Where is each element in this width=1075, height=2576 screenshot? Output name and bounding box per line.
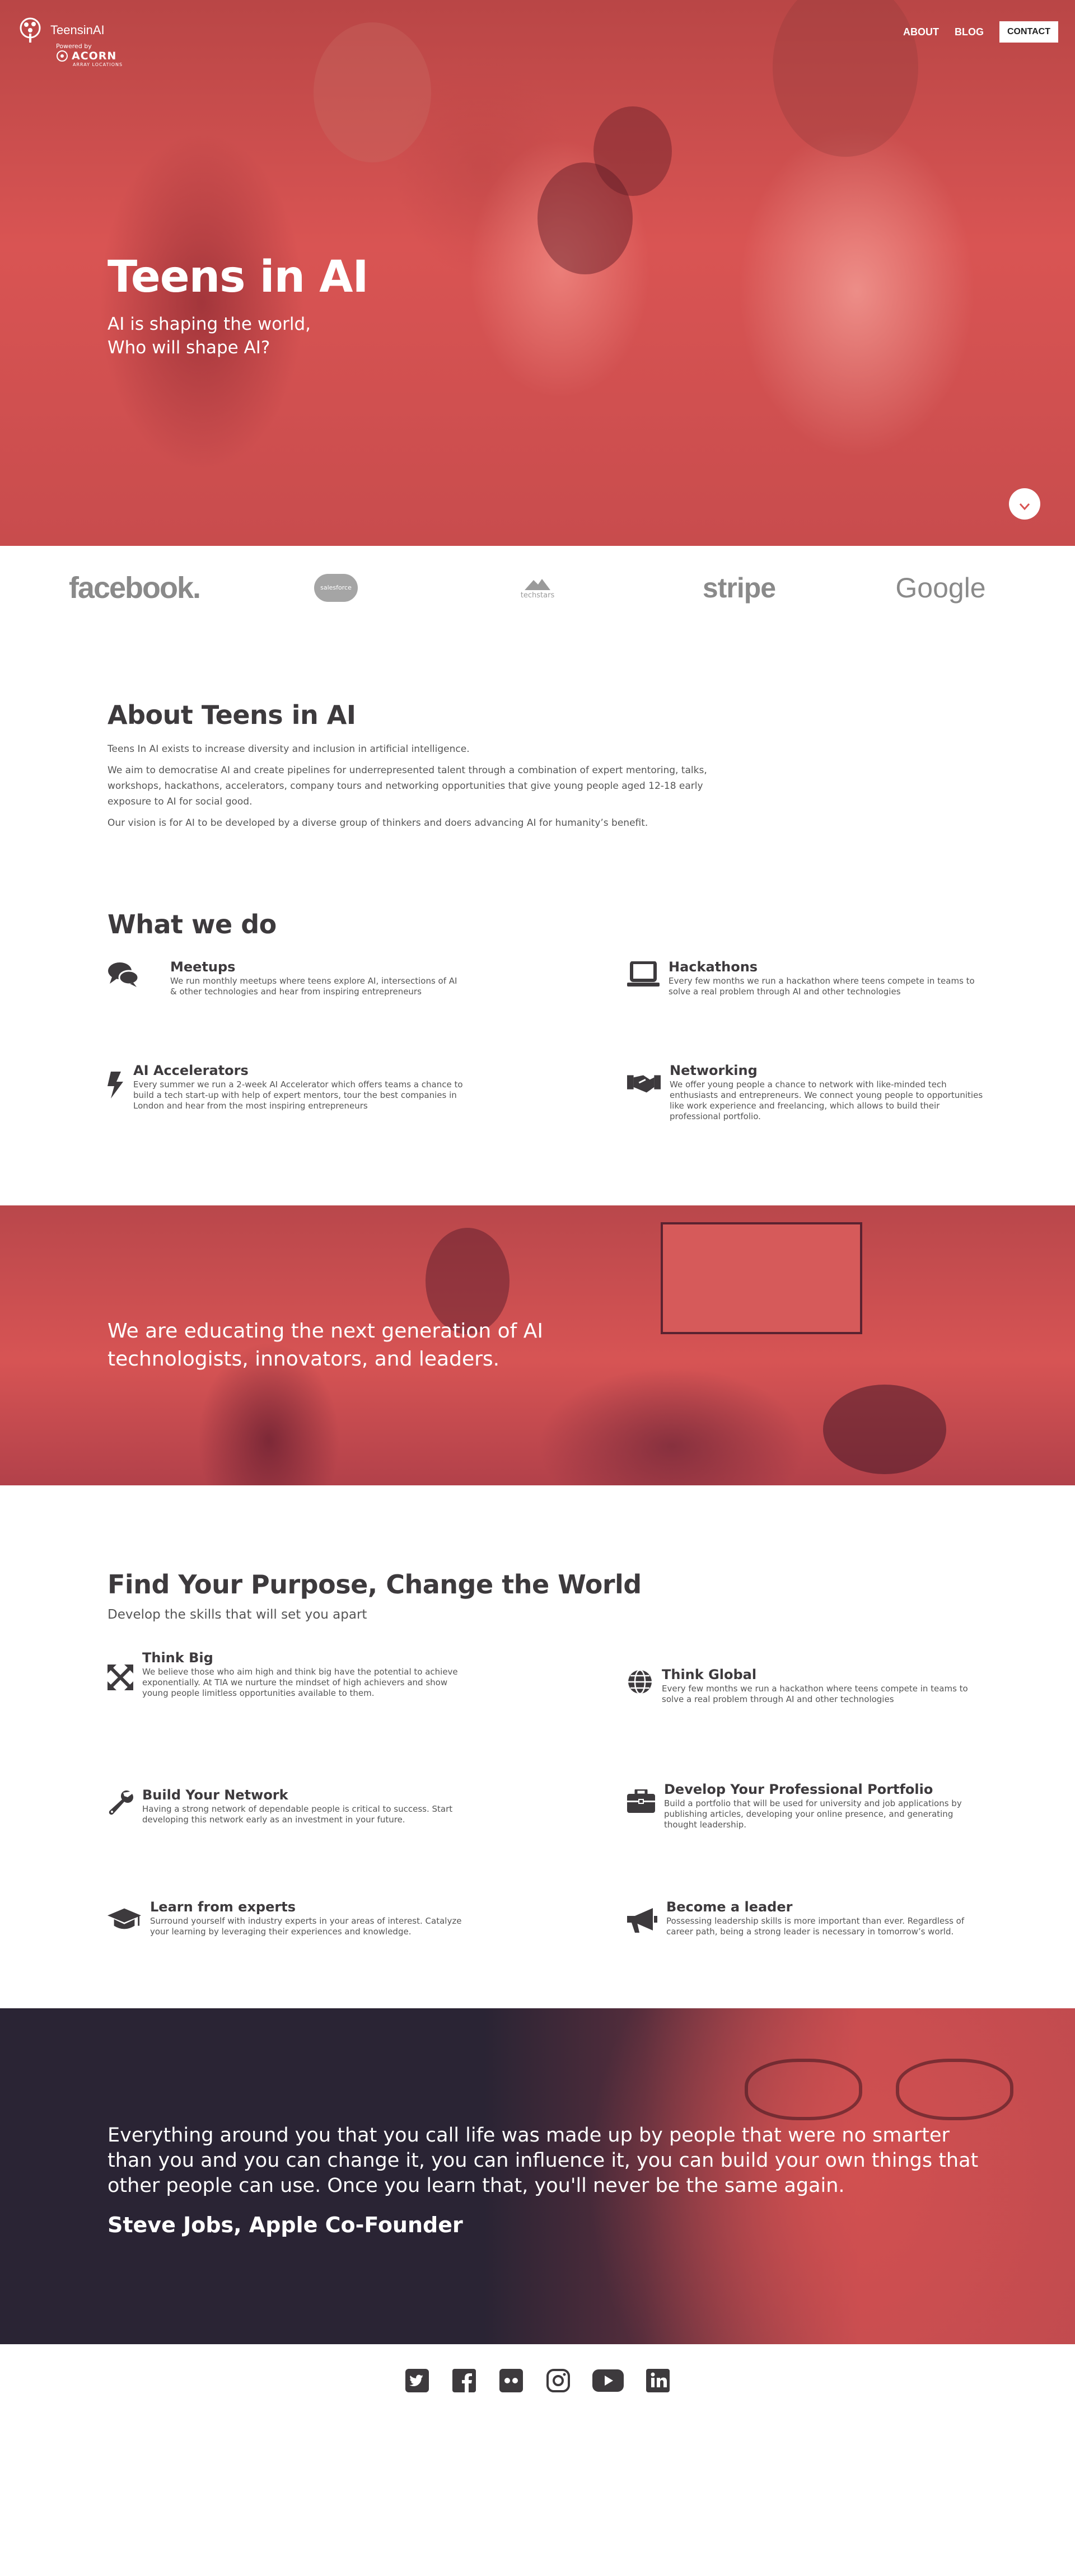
skill-title: Develop Your Professional Portfolio bbox=[664, 1782, 933, 1797]
youtube-icon[interactable] bbox=[592, 2368, 624, 2393]
banner-photo-figure bbox=[823, 1385, 946, 1474]
partner-subtitle: ARRAY LOCATIONS bbox=[73, 62, 123, 67]
skill-learn-from-experts: Learn from experts Surround yourself wit… bbox=[108, 1899, 466, 1937]
about-paragraph: Our vision is for AI to be developed by … bbox=[108, 817, 648, 829]
hero-photo-figure bbox=[314, 22, 431, 162]
nav-about-link[interactable]: ABOUT bbox=[903, 26, 939, 38]
partner-logo-techstars: techstars bbox=[437, 577, 638, 600]
feature-networking: Networking We offer young people a chanc… bbox=[627, 1063, 985, 1122]
quote-author: Steve Jobs, Apple Co-Founder bbox=[108, 2213, 463, 2237]
bullhorn-icon bbox=[627, 1899, 657, 1937]
feature-title: Hackathons bbox=[669, 959, 758, 975]
quote-text: Everything around you that you call life… bbox=[108, 2124, 979, 2197]
partner-logo-stripe: stripe bbox=[702, 572, 776, 604]
skill-title: Become a leader bbox=[666, 1899, 793, 1915]
purpose-section: Find Your Purpose, Change the World Deve… bbox=[0, 1569, 1075, 2008]
facebook-icon[interactable] bbox=[451, 2368, 477, 2393]
skill-become-leader: Become a leader Possessing leadership sk… bbox=[627, 1899, 985, 1937]
wrench-icon bbox=[108, 1787, 133, 1825]
about-paragraph: Teens In AI exists to increase diversity… bbox=[108, 744, 470, 755]
education-banner: We are educating the next generation of … bbox=[0, 1205, 1075, 1485]
laptop-icon bbox=[627, 959, 660, 997]
briefcase-icon bbox=[627, 1782, 655, 1830]
comments-icon bbox=[108, 959, 139, 997]
feature-meetups: Meetups We run monthly meetups where tee… bbox=[108, 959, 466, 997]
hero-title: Teens in AI bbox=[108, 252, 369, 302]
skill-build-network: Build Your Network Having a strong netwo… bbox=[108, 1787, 466, 1825]
feature-text: We run monthly meetups where teens explo… bbox=[170, 976, 457, 997]
skill-think-global: Think Global Every few months we run a h… bbox=[627, 1667, 985, 1705]
skill-text: Possessing leadership skills is more imp… bbox=[666, 1916, 965, 1937]
chevron-down-icon bbox=[1019, 503, 1030, 511]
handshake-icon bbox=[627, 1063, 661, 1122]
hero-photo-figure bbox=[593, 106, 672, 196]
acorn-icon bbox=[57, 50, 68, 62]
feature-title: Networking bbox=[670, 1063, 758, 1078]
globe-icon bbox=[627, 1667, 653, 1705]
hero-photo-figure bbox=[773, 0, 918, 157]
purpose-title: Find Your Purpose, Change the World bbox=[108, 1569, 642, 1600]
partner-logo: ACORN bbox=[56, 50, 123, 62]
skill-title: Think Global bbox=[662, 1667, 757, 1682]
graduation-cap-icon bbox=[108, 1899, 141, 1937]
skill-think-big: Think Big We believe those who aim high … bbox=[108, 1650, 466, 1699]
site-footer bbox=[0, 2344, 1075, 2417]
feature-hackathons: Hackathons Every few months we run a hac… bbox=[627, 959, 985, 997]
skill-text: Every few months we run a hackathon wher… bbox=[662, 1684, 968, 1704]
brain-tree-icon bbox=[20, 17, 41, 43]
portrait-glasses bbox=[896, 2059, 1013, 2120]
feature-text: Every few months we run a hackathon wher… bbox=[669, 976, 975, 997]
scroll-down-button[interactable] bbox=[1009, 488, 1040, 520]
hero-subtitle-line: Who will shape AI? bbox=[108, 338, 270, 358]
skill-text: Build a portfolio that will be used for … bbox=[664, 1798, 962, 1830]
classroom-screen bbox=[661, 1222, 862, 1334]
partner-logo-salesforce: salesforce bbox=[235, 574, 437, 602]
salesforce-cloud-icon: salesforce bbox=[314, 574, 358, 602]
partner-logo-google: Google bbox=[895, 572, 986, 604]
skill-text: We believe those who aim high and think … bbox=[142, 1667, 458, 1698]
partner-name: ACORN bbox=[72, 50, 117, 62]
instagram-icon[interactable] bbox=[545, 2368, 571, 2393]
skill-title: Learn from experts bbox=[150, 1899, 296, 1915]
quote-section: Everything around you that you call life… bbox=[0, 2008, 1075, 2344]
partner-logo-facebook: facebook. bbox=[68, 571, 201, 605]
feature-title: AI Accelerators bbox=[133, 1063, 249, 1078]
feature-text: Every summer we run a 2-week AI Accelera… bbox=[133, 1079, 463, 1111]
powered-by-label: Powered by bbox=[56, 43, 92, 50]
mountain-icon bbox=[525, 578, 550, 590]
nav-blog-link[interactable]: BLOG bbox=[955, 26, 984, 38]
site-logo[interactable]: TeensinAI Powered by ACORN ARRAY LOCATIO… bbox=[17, 17, 123, 67]
flickr-icon[interactable] bbox=[498, 2368, 524, 2393]
skill-professional-portfolio: Develop Your Professional Portfolio Buil… bbox=[627, 1782, 985, 1830]
purpose-subtitle: Develop the skills that will set you apa… bbox=[108, 1607, 367, 1622]
skill-text: Surround yourself with industry experts … bbox=[150, 1916, 462, 1937]
skill-title: Build Your Network bbox=[142, 1787, 288, 1803]
what-we-do-section: What we do Meetups We run monthly meetup… bbox=[0, 909, 1075, 1205]
nav-contact-button[interactable]: CONTACT bbox=[999, 21, 1058, 43]
expand-arrows-icon bbox=[108, 1650, 133, 1699]
twitter-icon[interactable] bbox=[404, 2368, 430, 2393]
hero-section: TeensinAI Powered by ACORN ARRAY LOCATIO… bbox=[0, 0, 1075, 546]
partner-logos: facebook. salesforce techstars stripe Go… bbox=[0, 546, 1075, 630]
feature-text: We offer young people a chance to networ… bbox=[670, 1079, 983, 1121]
portrait-glasses bbox=[745, 2059, 862, 2120]
hero-subtitle: AI is shaping the world, Who will shape … bbox=[108, 312, 311, 359]
about-section: About Teens in AI Teens In AI exists to … bbox=[0, 700, 1075, 831]
feature-ai-accelerators: AI Accelerators Every summer we run a 2-… bbox=[108, 1063, 466, 1111]
bolt-icon bbox=[108, 1063, 124, 1111]
skill-title: Think Big bbox=[142, 1650, 213, 1666]
feature-title: Meetups bbox=[170, 959, 236, 975]
main-nav: ABOUT BLOG CONTACT bbox=[903, 21, 1058, 43]
brand-name: TeensinAI bbox=[50, 23, 105, 37]
what-we-do-title: What we do bbox=[108, 909, 277, 939]
techstars-label: techstars bbox=[520, 591, 555, 600]
hero-subtitle-line: AI is shaping the world, bbox=[108, 314, 311, 334]
linkedin-icon[interactable] bbox=[645, 2368, 671, 2393]
banner-text: We are educating the next generation of … bbox=[108, 1320, 543, 1371]
about-title: About Teens in AI bbox=[108, 700, 356, 730]
skill-text: Having a strong network of dependable pe… bbox=[142, 1804, 453, 1825]
about-paragraph: We aim to democratise AI and create pipe… bbox=[108, 765, 707, 807]
